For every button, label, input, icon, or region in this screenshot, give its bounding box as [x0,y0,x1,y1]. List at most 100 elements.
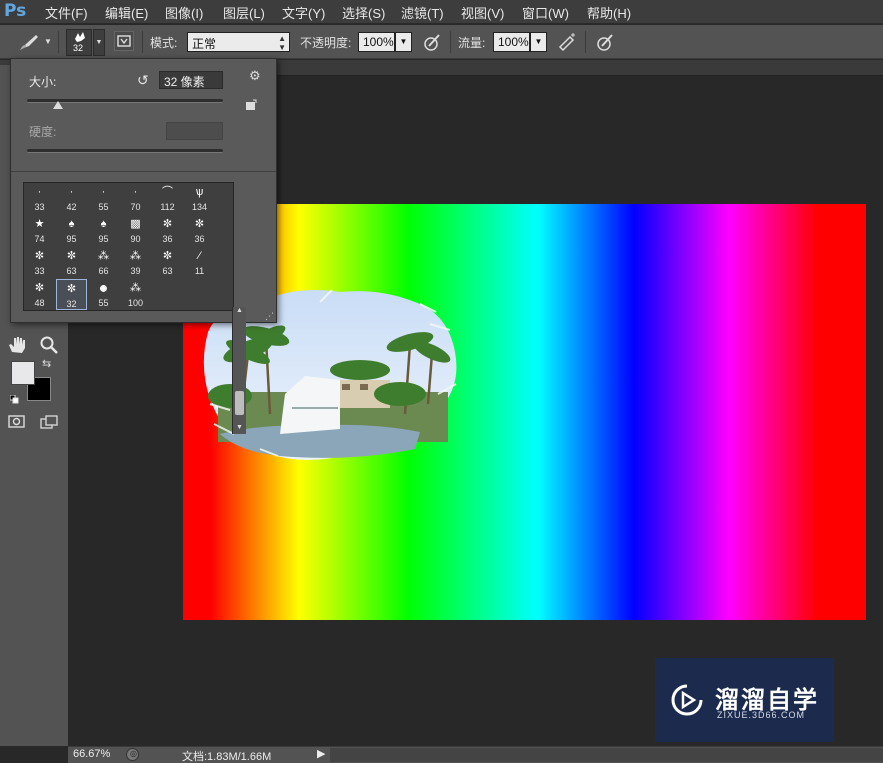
brush-preset[interactable]: ▩ 90 [120,215,151,246]
brush-tool-icon [20,35,38,50]
brush-preset[interactable]: ⁂ 100 [120,279,151,310]
swap-colors-icon[interactable]: ⇆ [42,357,51,370]
brush-preset[interactable]: ✼ 63 [56,247,87,278]
splatter-brush-icon: ✼ [194,218,205,230]
scatter-brush-icon: ⁂ [98,250,109,262]
flow-input[interactable]: 100% [493,32,530,52]
pressure-size-icon [597,34,613,51]
magnifier-icon [40,336,58,354]
tool-preset-picker[interactable] [18,32,40,52]
size-input[interactable]: 32 像素 [159,71,223,89]
texture-brush-icon: ▩ [130,218,141,230]
hardness-slider-track [27,149,223,153]
soft-round-brush-icon: · [37,186,42,198]
reset-size-icon[interactable]: ↺ [137,72,149,89]
soft-round-brush-icon: · [133,186,138,198]
brush-grid-scrollbar[interactable]: ▲ ▼ [232,307,246,434]
airbrush-button[interactable] [556,31,578,53]
brush-preset[interactable]: ✼ 36 [152,215,183,246]
menu-layer[interactable]: 图层(L) [223,3,265,22]
screen-mode-icon [40,415,58,429]
menu-help[interactable]: 帮助(H) [587,3,631,22]
brush-panel-toggle[interactable] [114,31,134,51]
curve-stroke-brush-icon: ⌒ [162,186,173,198]
brush-preset[interactable]: ✼ 63 [152,247,183,278]
scatter-brush-icon: ⁂ [130,250,141,262]
mode-value: 正常 [192,37,217,51]
brush-preset[interactable]: ♠ 95 [88,215,119,246]
brush-preset[interactable]: · 55 [88,183,119,214]
flow-dropdown[interactable]: ▼ [530,32,547,52]
status-bar: 66.67% ◎ 文档:1.83M/1.66M ▶ [68,746,883,763]
menu-bar: Ps 文件(F) 编辑(E) 图像(I) 图层(L) 文字(Y) 选择(S) 滤… [0,0,883,24]
scroll-up-icon[interactable]: ▲ [236,307,243,314]
hand-icon [9,337,25,353]
horizontal-scrollbar[interactable] [330,748,883,762]
menu-window[interactable]: 窗口(W) [522,3,569,22]
brush-preset[interactable]: ⁄ 11 [184,247,215,278]
brush-preset[interactable]: ⁂ 66 [88,247,119,278]
airbrush-icon [558,33,575,52]
brush-preset[interactable]: · 33 [24,183,55,214]
menu-type[interactable]: 文字(Y) [282,3,325,22]
pressure-size-button[interactable] [594,31,616,53]
quick-mask-button[interactable] [7,414,27,430]
screen-mode-button[interactable] [39,414,61,432]
gear-icon[interactable]: ⚙ [249,68,261,84]
flow-label: 流量: [458,36,486,50]
foreground-color-swatch[interactable] [11,361,35,385]
default-colors-button[interactable] [9,393,19,404]
zoom-level[interactable]: 66.67% [73,748,110,760]
brush-preset[interactable]: · 42 [56,183,87,214]
opacity-dropdown[interactable]: ▼ [395,32,412,52]
opacity-input[interactable]: 100% [358,32,395,52]
status-options-button[interactable]: ◎ [126,748,139,761]
panel-divider [11,171,276,172]
soft-round-brush-icon: · [69,186,74,198]
hardness-label: 硬度: [29,125,57,139]
brush-preset[interactable]: · 70 [120,183,151,214]
scroll-down-icon[interactable]: ▼ [236,424,243,431]
document-tab-bar [277,60,883,76]
new-preset-button[interactable] [245,99,257,111]
default-colors-icon [9,394,19,404]
menu-edit[interactable]: 编辑(E) [105,3,148,22]
resize-grip-icon[interactable]: ⋰ [265,311,274,322]
play-logo-icon [671,684,703,716]
brush-preset[interactable]: ✼ 36 [184,215,215,246]
scroll-thumb[interactable] [235,391,244,415]
brush-preset-button[interactable]: 32 [66,29,92,56]
brush-preset[interactable]: ✼ 33 [24,247,55,278]
watermark-url: ZIXUE.3D66.COM [717,710,806,720]
brush-preset-selected[interactable]: ✼ 32 [56,279,87,310]
brush-preset[interactable]: ⌒ 112 [152,183,183,214]
size-slider-thumb[interactable] [53,101,64,109]
brush-preset[interactable]: ѱ 134 [184,183,215,214]
brush-preset[interactable]: ⁂ 39 [120,247,151,278]
splatter-brush-icon: ✼ [66,250,77,262]
splatter-brush-icon: ✼ [34,282,45,294]
photoshop-window: Ps 文件(F) 编辑(E) 图像(I) 图层(L) 文字(Y) 选择(S) 滤… [0,0,883,763]
brush-preset[interactable]: ● 55 [88,279,119,310]
mode-select[interactable]: 正常 ▲ ▼ [187,32,290,52]
size-label: 大小: [29,75,57,89]
brush-preset-dropdown[interactable]: ▼ [93,29,105,56]
chevron-down-icon[interactable]: ▼ [44,37,52,46]
brush-preset[interactable]: ♠ 95 [56,215,87,246]
status-icon: ◎ [130,749,137,758]
brush-tip-icon [75,32,85,42]
hand-tool[interactable] [6,334,28,356]
splatter-brush-icon: ✼ [162,218,173,230]
pressure-opacity-button[interactable] [421,31,443,53]
options-bar: ▼ 32 ▼ 模式: 正常 ▲ ▼ 不透明度: 100% ▼ 流量: 100% ▼ [0,25,883,59]
menu-filter[interactable]: 滤镜(T) [401,3,444,22]
menu-image[interactable]: 图像(I) [165,3,203,22]
brush-preset[interactable]: ✼ 48 [24,279,55,310]
status-menu-arrow-icon[interactable]: ▶ [317,747,325,760]
menu-select[interactable]: 选择(S) [342,3,385,22]
menu-file[interactable]: 文件(F) [45,3,88,22]
brush-preset[interactable]: ★ 74 [24,215,55,246]
menu-view[interactable]: 视图(V) [461,3,504,22]
mode-label: 模式: [150,36,178,50]
zoom-tool[interactable] [38,334,60,356]
